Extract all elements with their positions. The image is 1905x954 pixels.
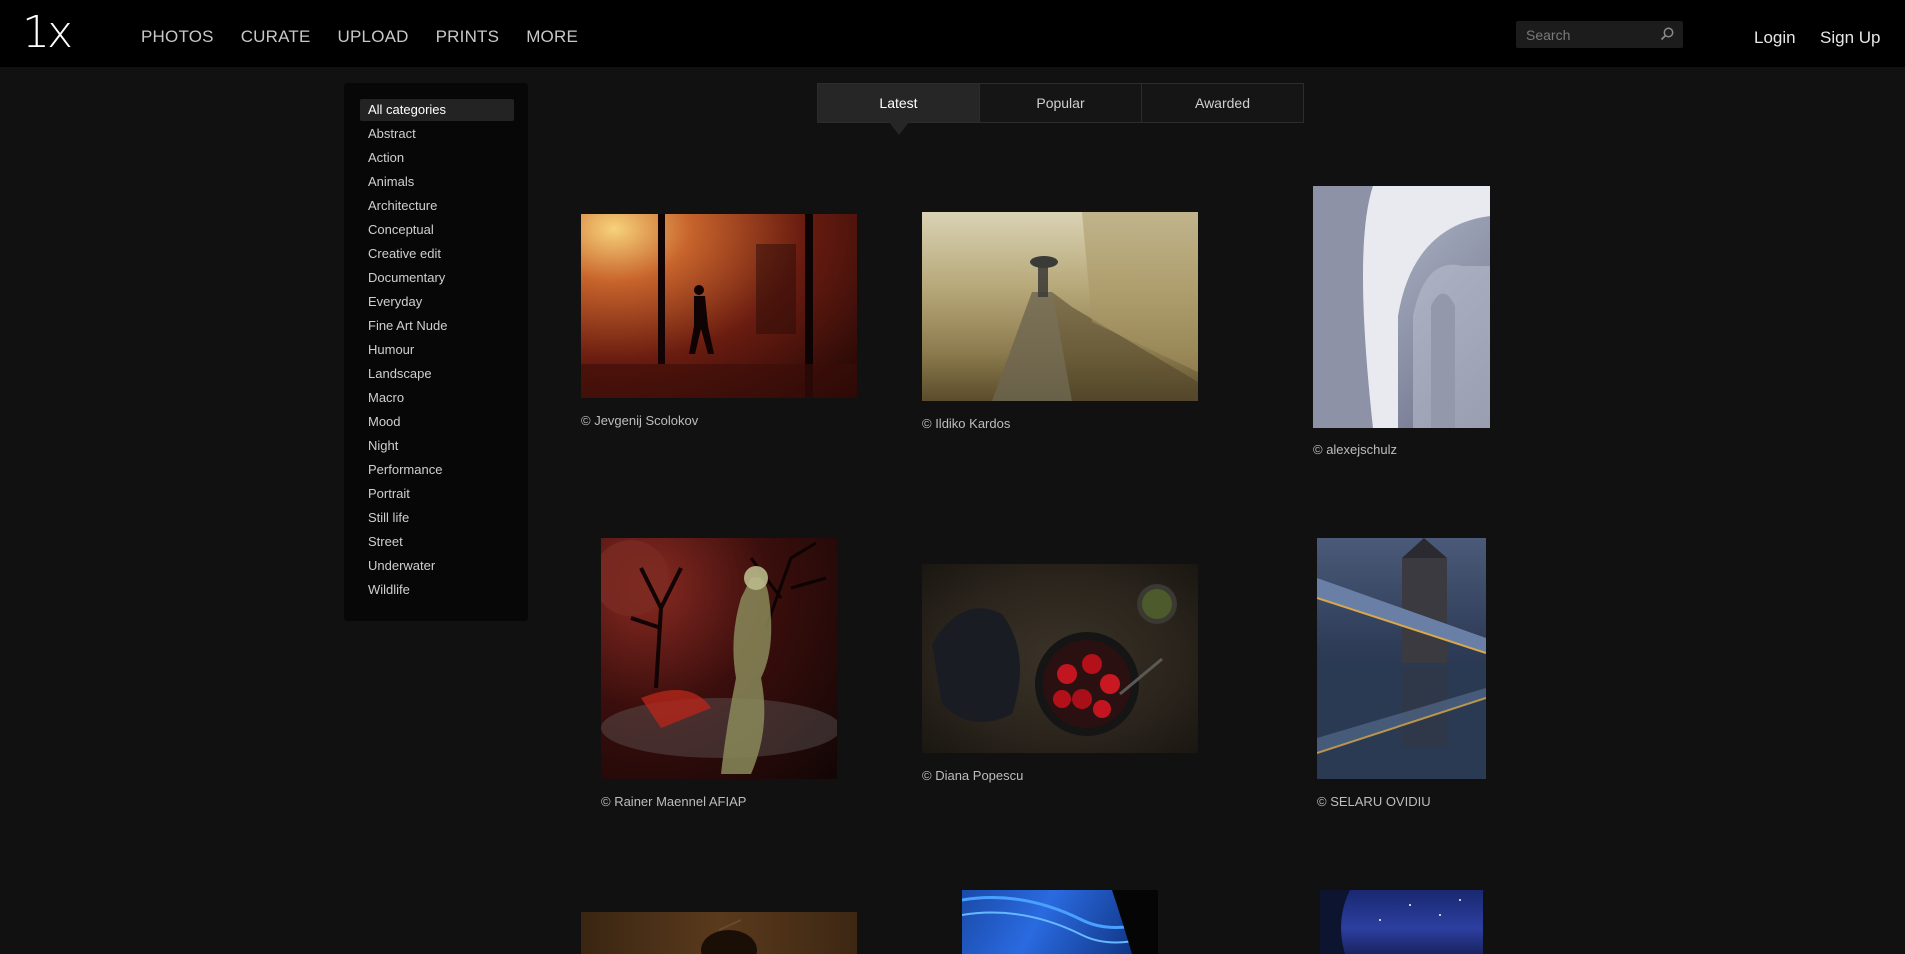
category-portrait[interactable]: Portrait <box>360 483 514 505</box>
photo-image <box>581 214 857 398</box>
signup-link[interactable]: Sign Up <box>1820 28 1880 48</box>
nav-prints[interactable]: PRINTS <box>436 27 500 47</box>
category-underwater[interactable]: Underwater <box>360 555 514 577</box>
photo-image <box>962 890 1158 954</box>
search-icon[interactable] <box>1659 26 1675 42</box>
photo-image <box>701 919 757 954</box>
photo-image <box>932 584 1177 736</box>
photo-thumbnail[interactable] <box>1313 186 1490 428</box>
photo-image <box>992 212 1198 401</box>
photo-thumbnail[interactable] <box>581 912 857 954</box>
search-box <box>1516 21 1683 48</box>
photo-thumbnail[interactable] <box>922 212 1198 401</box>
photo-credit[interactable]: © Rainer Maennel AFIAP <box>601 794 746 809</box>
photo-thumbnail[interactable] <box>962 890 1158 954</box>
main-nav: PHOTOS CURATE UPLOAD PRINTS MORE <box>141 27 605 47</box>
search-input[interactable] <box>1524 25 1658 45</box>
nav-more[interactable]: MORE <box>526 27 578 47</box>
site-logo[interactable]: 1x <box>22 8 73 58</box>
category-action[interactable]: Action <box>360 147 514 169</box>
category-still-life[interactable]: Still life <box>360 507 514 529</box>
top-navigation-bar: 1x PHOTOS CURATE UPLOAD PRINTS MORE Logi… <box>0 0 1905 67</box>
category-night[interactable]: Night <box>360 435 514 457</box>
active-tab-indicator <box>889 122 909 135</box>
nav-curate[interactable]: CURATE <box>241 27 311 47</box>
photo-thumbnail[interactable] <box>922 564 1198 753</box>
photo-credit[interactable]: © SELARU OVIDIU <box>1317 794 1431 809</box>
photo-image <box>1317 538 1486 779</box>
category-everyday[interactable]: Everyday <box>360 291 514 313</box>
category-architecture[interactable]: Architecture <box>360 195 514 217</box>
photo-credit[interactable]: © Jevgenij Scolokov <box>581 413 698 428</box>
category-performance[interactable]: Performance <box>360 459 514 481</box>
login-link[interactable]: Login <box>1754 28 1796 48</box>
photo-credit[interactable]: © Diana Popescu <box>922 768 1023 783</box>
nav-photos[interactable]: PHOTOS <box>141 27 214 47</box>
photo-thumbnail[interactable] <box>1320 890 1483 954</box>
photo-thumbnail[interactable] <box>1317 538 1486 779</box>
category-sidebar: All categories Abstract Action Animals A… <box>344 83 528 621</box>
photo-image <box>1313 186 1490 428</box>
category-creative-edit[interactable]: Creative edit <box>360 243 514 265</box>
category-abstract[interactable]: Abstract <box>360 123 514 145</box>
category-conceptual[interactable]: Conceptual <box>360 219 514 241</box>
photo-credit[interactable]: © alexejschulz <box>1313 442 1397 457</box>
tab-awarded[interactable]: Awarded <box>1142 84 1303 122</box>
category-animals[interactable]: Animals <box>360 171 514 193</box>
sort-tabs: Latest Popular Awarded <box>817 83 1304 123</box>
category-wildlife[interactable]: Wildlife <box>360 579 514 601</box>
tab-popular[interactable]: Popular <box>980 84 1142 122</box>
category-fine-art-nude[interactable]: Fine Art Nude <box>360 315 514 337</box>
category-street[interactable]: Street <box>360 531 514 553</box>
category-landscape[interactable]: Landscape <box>360 363 514 385</box>
category-all[interactable]: All categories <box>360 99 514 121</box>
photo-image <box>601 540 837 774</box>
photo-credit[interactable]: © Ildiko Kardos <box>922 416 1010 431</box>
category-mood[interactable]: Mood <box>360 411 514 433</box>
photo-thumbnail[interactable] <box>581 214 857 398</box>
photo-image <box>1320 890 1461 954</box>
category-humour[interactable]: Humour <box>360 339 514 361</box>
nav-upload[interactable]: UPLOAD <box>338 27 409 47</box>
photo-thumbnail[interactable] <box>601 538 837 779</box>
tab-latest[interactable]: Latest <box>818 84 980 122</box>
category-documentary[interactable]: Documentary <box>360 267 514 289</box>
category-macro[interactable]: Macro <box>360 387 514 409</box>
